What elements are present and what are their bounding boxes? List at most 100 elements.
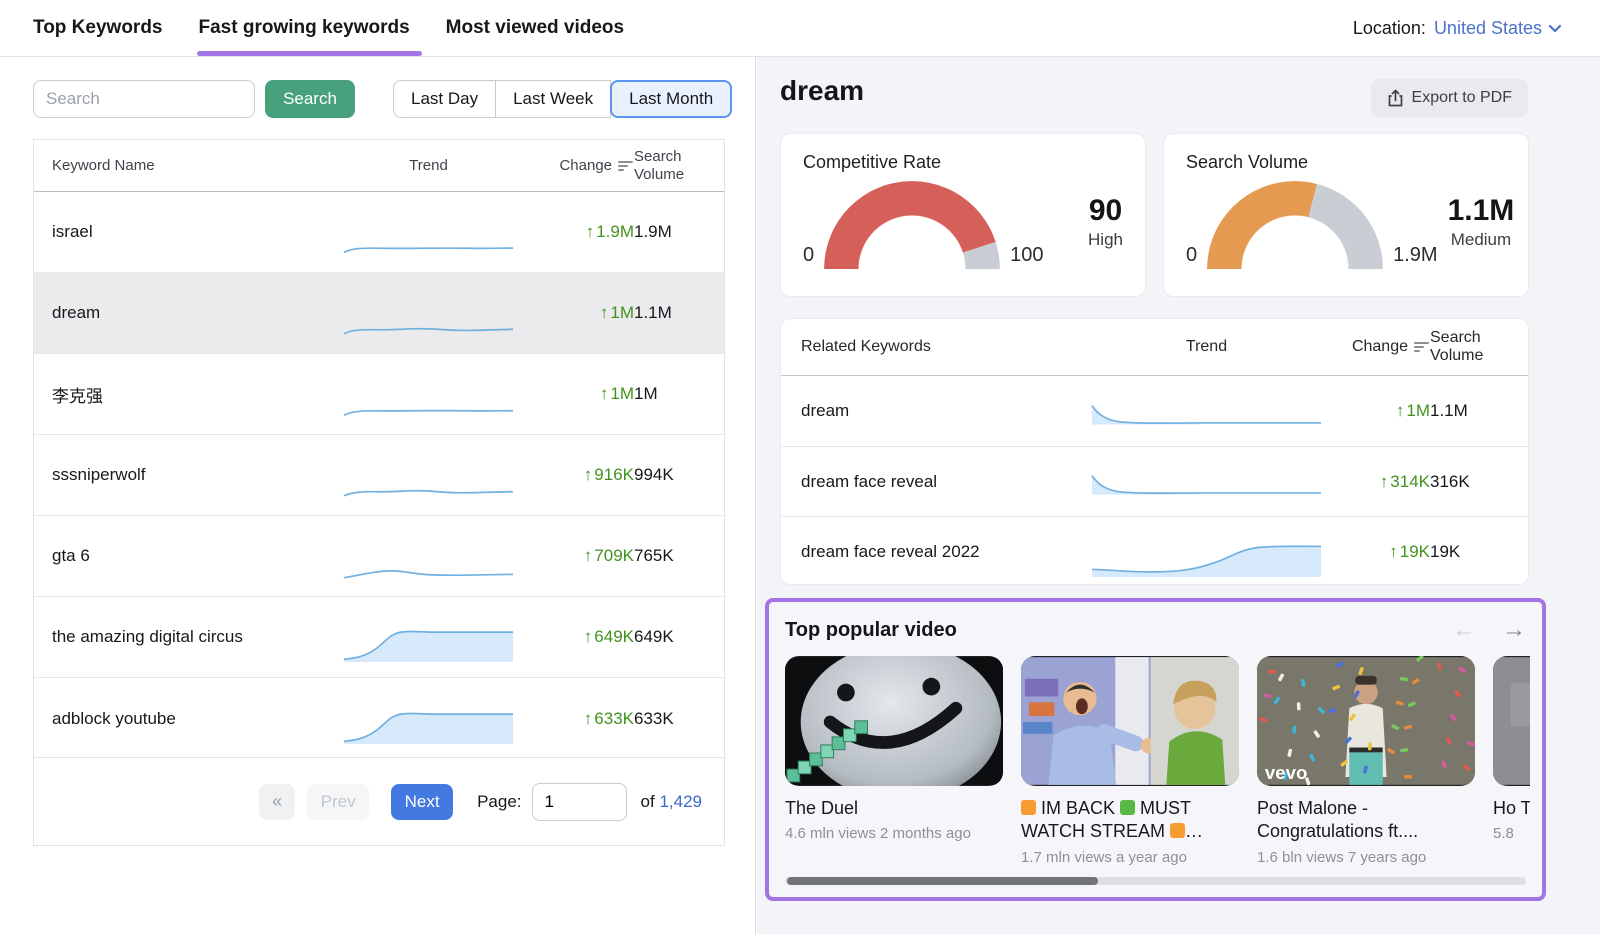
export-icon <box>1387 89 1404 107</box>
trend-sparkline <box>341 705 516 745</box>
keyword-name: israel <box>52 222 341 242</box>
tab-most-viewed-videos[interactable]: Most viewed videos <box>446 0 624 56</box>
carousel-prev-icon[interactable]: ← <box>1452 616 1476 644</box>
related-row-dream-face-reveal-2022[interactable]: dream face reveal 2022 ↑19K 19K <box>781 516 1528 586</box>
video-card-im-back-must-watch-stream[interactable]: IM BACK MUST WATCH STREAM … 1.7 mln view… <box>1021 656 1239 866</box>
video-thumbnail[interactable] <box>1021 656 1239 786</box>
sort-icon[interactable] <box>618 160 634 172</box>
search-volume-value: 765K <box>634 546 706 566</box>
green-square-emoji <box>1120 800 1135 815</box>
col-related-keywords: Related Keywords <box>801 338 1088 356</box>
col-search-volume: Search Volume <box>634 148 706 183</box>
search-volume-value: 1.1M <box>634 303 706 323</box>
detail-title: dream <box>780 75 864 107</box>
up-arrow-icon: ↑ <box>600 384 609 403</box>
sort-icon[interactable] <box>1414 341 1430 353</box>
prev-page-button[interactable]: Prev <box>307 784 369 820</box>
keywords-table: Keyword Name Trend Change Search Volume … <box>33 139 725 846</box>
gauge-min: 0 <box>803 244 814 269</box>
keyword-row-dream[interactable]: dream ↑1M 1.1M <box>34 273 724 354</box>
search-input[interactable] <box>33 80 255 118</box>
trend-cell <box>341 678 516 759</box>
videos-title: Top popular video <box>785 619 957 642</box>
change-value: ↑1M <box>516 303 634 323</box>
video-card-the-duel[interactable]: The Duel 4.6 mln views 2 months ago <box>785 656 1003 866</box>
search-volume-value: 19K <box>1430 542 1508 562</box>
export-label: Export to PDF <box>1412 89 1512 107</box>
keyword-name: dream face reveal <box>801 472 1088 492</box>
trend-sparkline <box>341 623 516 663</box>
col-change-label: Change <box>559 157 612 174</box>
top-popular-video-section: Top popular video ← → The Duel 4.6 mln v… <box>765 598 1546 901</box>
export-pdf-button[interactable]: Export to PDF <box>1371 79 1528 117</box>
svg-text:vevo: vevo <box>1265 762 1308 783</box>
trend-sparkline <box>341 461 516 501</box>
location-selector[interactable]: Location: United States <box>1353 18 1562 39</box>
keyword-row-the-amazing-digital-circus[interactable]: the amazing digital circus ↑649K 649K <box>34 597 724 678</box>
up-arrow-icon: ↑ <box>1396 401 1405 420</box>
chevron-down-icon <box>1548 24 1562 33</box>
up-arrow-icon: ↑ <box>584 627 593 646</box>
change-value: ↑709K <box>516 546 634 566</box>
search-button[interactable]: Search <box>265 80 355 118</box>
gauge-card-search-volume: Search Volume 0 1.9M 1.1M Medium <box>1163 133 1529 297</box>
time-filter-group: Last DayLast WeekLast Month <box>393 80 732 118</box>
trend-cell <box>341 435 516 515</box>
video-card-post-malone-congratulations-ft[interactable]: vevo Post Malone - Congratulations ft...… <box>1257 656 1475 866</box>
related-row-dream-face-reveal[interactable]: dream face reveal ↑314K 316K <box>781 446 1528 516</box>
video-thumbnail[interactable] <box>785 656 1003 786</box>
keyword-row-sssniperwolf[interactable]: sssniperwolf ↑916K 994K <box>34 435 724 516</box>
carousel-next-icon[interactable]: → <box>1502 616 1526 644</box>
location-country: United States <box>1434 18 1542 39</box>
page-total: of 1,429 <box>641 792 702 812</box>
col-change[interactable]: Change <box>516 157 634 174</box>
filter-last-week[interactable]: Last Week <box>495 80 611 118</box>
tab-fast-growing-keywords[interactable]: Fast growing keywords <box>199 0 410 56</box>
next-page-button[interactable]: Next <box>391 784 453 820</box>
video-thumbnail[interactable] <box>1493 656 1530 786</box>
trend-cell <box>1088 447 1325 516</box>
gauge-max: 100 <box>1010 244 1043 269</box>
col-search-volume: Search Volume <box>1430 329 1508 366</box>
thumb-postmalone-art: vevo <box>1257 656 1475 786</box>
page-number-input[interactable] <box>532 783 627 821</box>
total-pages: 1,429 <box>659 792 702 811</box>
trend-sparkline <box>341 380 516 420</box>
video-meta: 5.8 <box>1493 825 1530 842</box>
location-value[interactable]: United States <box>1434 18 1562 39</box>
gauge-value: 1.1M <box>1448 194 1515 228</box>
video-meta: 1.6 bln views 7 years ago <box>1257 849 1475 866</box>
trend-cell <box>1088 517 1325 586</box>
gauge-cards: Competitive Rate 0 100 90 High Search Vo… <box>780 133 1529 297</box>
filter-last-month[interactable]: Last Month <box>610 80 732 118</box>
scrollbar-thumb[interactable] <box>787 877 1098 885</box>
tab-top-keywords[interactable]: Top Keywords <box>33 0 163 56</box>
up-arrow-icon: ↑ <box>584 546 593 565</box>
video-card-ho-to[interactable]: Ho TO 5.8 <box>1493 656 1530 866</box>
keyword-row-adblock-youtube[interactable]: adblock youtube ↑633K 633K <box>34 678 724 759</box>
search-volume-value: 633K <box>634 709 706 729</box>
video-thumbnail[interactable]: vevo <box>1257 656 1475 786</box>
keyword-row-gta-6[interactable]: gta 6 ↑709K 765K <box>34 516 724 597</box>
change-value: ↑1.9M <box>516 222 634 242</box>
video-title: Post Malone - Congratulations ft.... <box>1257 797 1475 844</box>
col-change[interactable]: Change <box>1325 338 1430 356</box>
col-trend: Trend <box>1088 338 1325 356</box>
gauge-value: 90 <box>1088 194 1123 228</box>
change-value: ↑314K <box>1325 472 1430 492</box>
filter-last-day[interactable]: Last Day <box>393 80 496 118</box>
change-value: ↑633K <box>516 709 634 729</box>
up-arrow-icon: ↑ <box>1389 542 1398 561</box>
change-value: ↑1M <box>1325 401 1430 421</box>
first-page-button[interactable]: « <box>259 784 295 820</box>
gauge-max: 1.9M <box>1393 244 1437 269</box>
related-row-dream[interactable]: dream ↑1M 1.1M <box>781 376 1528 446</box>
related-header: Related Keywords Trend Change Search Vol… <box>781 319 1528 376</box>
keyword-row-item[interactable]: 李克强 ↑1M 1M <box>34 354 724 435</box>
keyword-row-israel[interactable]: israel ↑1.9M 1.9M <box>34 192 724 273</box>
trend-sparkline <box>341 299 516 339</box>
location-label: Location: <box>1353 18 1426 39</box>
related-body: dream ↑1M 1.1Mdream face reveal ↑314K 31… <box>781 376 1528 586</box>
carousel-scrollbar[interactable] <box>785 877 1526 885</box>
trend-cell <box>1088 376 1325 446</box>
